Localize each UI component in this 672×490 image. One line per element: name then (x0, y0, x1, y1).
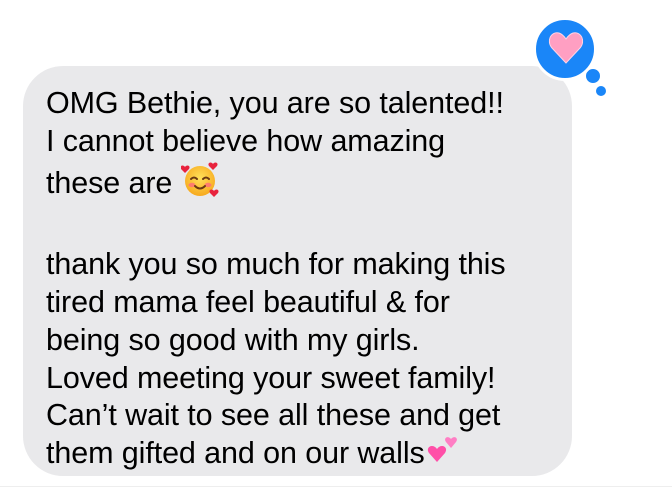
message-line: Loved meeting your sweet family! (46, 360, 496, 395)
message-line-text: them gifted and on our walls (46, 436, 425, 471)
message-line: these are (46, 161, 556, 209)
message-line: OMG Bethie, you are so talented!! (46, 86, 504, 120)
message-text: OMG Bethie, you are so talented!! I cann… (46, 85, 556, 479)
tapback-tail-dot (596, 86, 606, 96)
message-line: tired mama feel beautiful & for (46, 284, 450, 319)
divider (0, 486, 672, 487)
message-line: Can’t wait to see all these and get (46, 398, 501, 433)
conversation-view: OMG Bethie, you are so talented!! I cann… (0, 0, 672, 490)
message-line: thank you so much for making this (46, 247, 506, 282)
message-line: them gifted and on our walls (46, 435, 556, 479)
heart-icon (547, 30, 585, 71)
two-hearts-icon (425, 435, 461, 479)
message-line: being so good with my girls. (46, 322, 420, 357)
message-line: I cannot believe how amazing (46, 123, 446, 158)
message-line-text: these are (46, 165, 173, 200)
smiling-face-with-hearts-icon (180, 161, 219, 209)
